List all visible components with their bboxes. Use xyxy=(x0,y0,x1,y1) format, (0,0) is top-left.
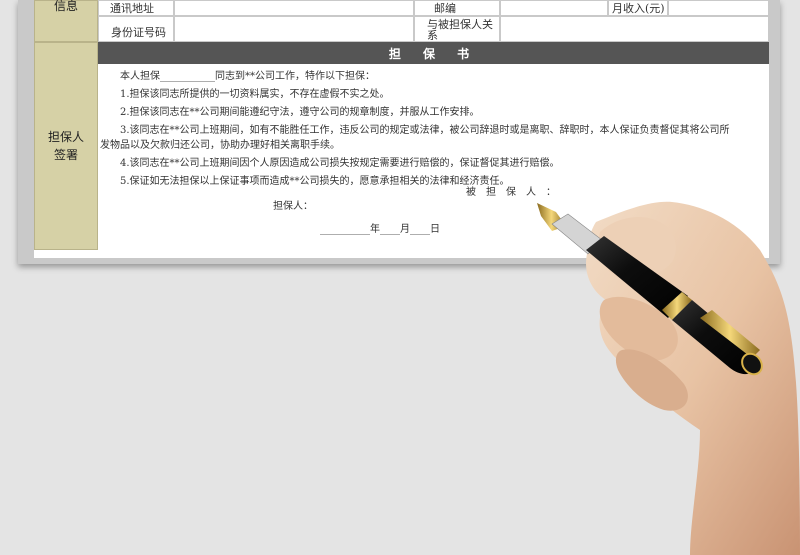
hand-holding-pen-illustration xyxy=(537,201,800,555)
